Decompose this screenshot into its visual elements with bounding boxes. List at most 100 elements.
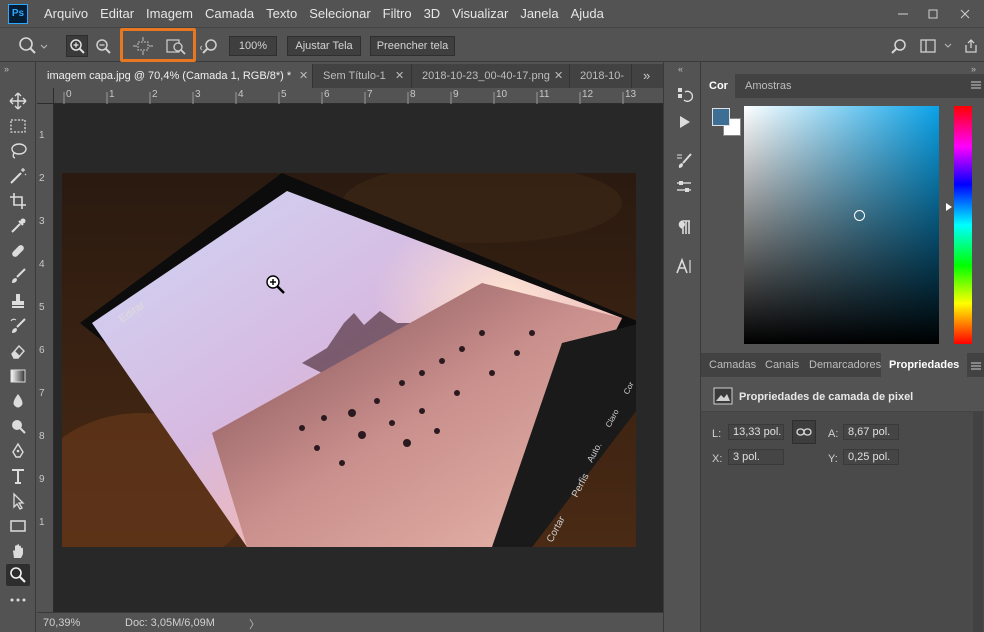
ruler-label: 8 [410,89,416,100]
character-panel-button[interactable] [672,255,696,277]
zoom-100-button[interactable]: 100% [229,36,277,56]
bandage-icon [12,245,24,257]
ruler-label: 2 [152,89,158,100]
search-button[interactable] [888,35,910,57]
tab-camadas[interactable]: Camadas [701,353,764,377]
more-tabs-icon[interactable]: » [643,68,650,83]
pen-tool[interactable] [6,440,30,462]
menu-arquivo[interactable]: Arquivo [38,0,94,27]
ruler-ticks [63,92,624,104]
zoom-in-button[interactable] [66,35,88,57]
minimize-button[interactable] [886,0,920,27]
ruler-label: 7 [367,89,373,100]
tab-canais[interactable]: Canais [757,353,807,377]
tab-amostras[interactable]: Amostras [737,74,799,98]
history-brush-tool[interactable] [6,315,30,337]
character-icon [676,257,691,274]
y-field[interactable]: 0,25 pol. [843,449,899,465]
zoom-cursor-icon [266,275,285,294]
panel-menu-icon[interactable] [971,79,981,93]
menu-3d[interactable]: 3D [418,0,447,27]
maximize-button[interactable] [916,0,950,27]
menu-janela[interactable]: Janela [514,0,564,27]
tab-sem-titulo[interactable]: Sem Título-1 ✕ [313,64,412,88]
close-tab-icon[interactable]: ✕ [395,64,404,88]
highlight-annotation [120,28,196,62]
properties-scrollbar[interactable] [973,412,983,632]
actions-panel-button[interactable] [672,111,696,133]
move-tool[interactable] [6,90,30,112]
clone-stamp-tool[interactable] [6,290,30,312]
expand-dock-icon[interactable]: « [678,64,683,74]
tab-cor[interactable]: Cor [701,74,735,98]
workspace-switcher[interactable] [918,35,954,57]
brush-tool[interactable] [6,265,30,287]
path-selection-tool[interactable] [6,490,30,512]
zoom-out-button[interactable] [92,35,114,57]
brush-settings-button[interactable] [672,150,696,172]
status-menu-icon[interactable]: 〉 [249,616,260,632]
menu-editar[interactable]: Editar [94,0,140,27]
width-field[interactable]: 13,33 pol. [728,424,784,440]
close-window-button[interactable] [948,0,982,27]
scrubby-zoom-button[interactable] [198,35,222,57]
ruler-label: 4 [238,89,244,100]
document-image[interactable]: Editar Cortar Perfis Auto. Claro Cor [62,173,636,547]
height-field[interactable]: 8,67 pol. [843,424,899,440]
menu-visualizar[interactable]: Visualizar [446,0,514,27]
zoom-percentage[interactable]: 70,39% [43,617,103,629]
menu-ajuda[interactable]: Ajuda [565,0,610,27]
gradient-icon [10,369,26,383]
properties-panel-tabs: Camadas Canais Demarcadores Propriedades [701,353,984,377]
lasso-tool[interactable] [6,140,30,162]
brush-icon [12,268,26,283]
menu-filtro[interactable]: Filtro [377,0,418,27]
paragraph-panel-button[interactable] [672,216,696,238]
link-dimensions-button[interactable] [792,420,816,444]
marquee-tool[interactable] [6,115,30,137]
share-button[interactable] [960,35,982,57]
x-field[interactable]: 3 pol. [728,449,784,465]
healing-brush-tool[interactable] [6,240,30,262]
foreground-color-swatch[interactable] [712,108,730,126]
panel-menu-icon[interactable] [971,360,981,374]
tab-2018-10[interactable]: 2018-10- [570,64,632,88]
magic-wand-tool[interactable] [6,165,30,187]
color-field[interactable] [744,106,939,344]
eyedropper-tool[interactable] [6,215,30,237]
fit-screen-button[interactable]: Ajustar Tela [287,36,361,56]
tab-propriedades[interactable]: Propriedades [881,353,968,377]
close-tab-icon[interactable]: ✕ [554,64,563,88]
zoom-tool[interactable] [6,564,30,586]
fill-screen-button[interactable]: Preencher tela [370,36,455,56]
close-tab-icon[interactable]: ✕ [299,64,308,88]
dodge-tool[interactable] [6,415,30,437]
tab-imagem-capa[interactable]: imagem capa.jpg @ 70,4% (Camada 1, RGB/8… [37,64,313,88]
blur-tool[interactable] [6,390,30,412]
collapse-toolbar-icon[interactable]: » [4,64,9,74]
menu-imagem[interactable]: Imagem [140,0,199,27]
hue-slider[interactable] [954,106,972,344]
hamburger-icon [971,362,981,370]
tab-label: Sem Título-1 [323,70,386,82]
history-panel-button[interactable] [672,84,696,106]
more-tools[interactable] [6,589,30,611]
gradient-tool[interactable] [6,365,30,387]
rectangle-tool[interactable] [6,515,30,537]
color-picker-cursor[interactable] [854,210,865,221]
collapse-panels-icon[interactable]: » [971,64,976,74]
crop-tool[interactable] [6,190,30,212]
brushes-panel-button[interactable] [672,176,696,198]
tab-screenshot[interactable]: 2018-10-23_00-40-17.png ✕ [412,64,570,88]
menu-camada[interactable]: Camada [199,0,260,27]
tool-preset-picker[interactable] [16,35,48,57]
hand-tool[interactable] [6,540,30,562]
hue-slider-handle[interactable] [946,203,952,211]
eraser-tool[interactable] [6,340,30,362]
menu-texto[interactable]: Texto [260,0,303,27]
menu-selecionar[interactable]: Selecionar [303,0,376,27]
arrow-pointer-icon [13,492,25,510]
x-label: X: [712,453,723,465]
type-tool[interactable] [6,465,30,487]
tab-demarcadores[interactable]: Demarcadores [801,353,889,377]
